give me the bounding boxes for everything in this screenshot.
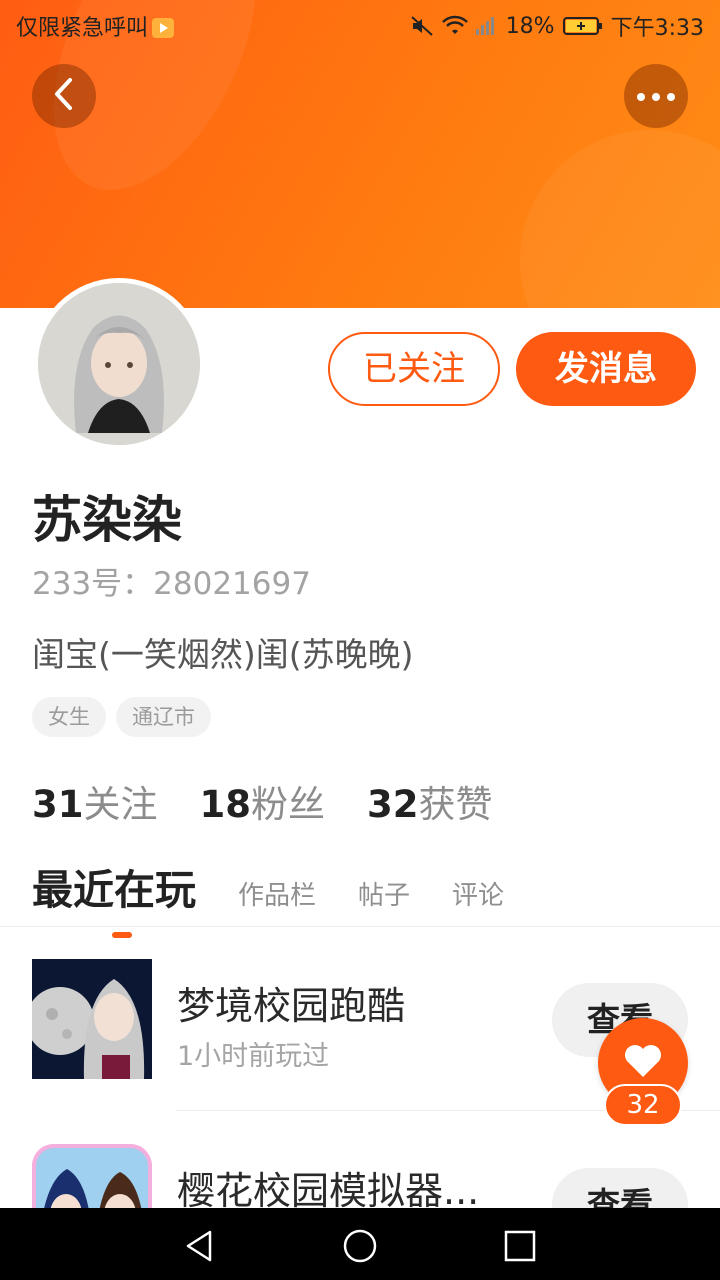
tab-recent-playing[interactable]: 最近在玩 (32, 856, 196, 938)
avatar-image (38, 283, 200, 445)
game-title: 梦境校园跑酷 (177, 984, 406, 1028)
stat-likes-label: 获赞 (418, 783, 493, 826)
stat-followers-count: 18 (199, 783, 252, 826)
status-right: 18% 下午3:33 (410, 10, 704, 42)
stat-followers-label: 粉丝 (251, 783, 325, 826)
profile-tags: 女生 通辽市 (32, 697, 211, 737)
profile-header-banner: 仅限紧急呼叫 18% 下午3:33 (0, 0, 720, 308)
stat-following-label: 关注 (83, 783, 158, 826)
chevron-left-icon (50, 77, 78, 115)
profile-tabs: 最近在玩 作品栏 帖子 评论 (32, 856, 546, 938)
profile-name: 苏染染 (32, 491, 182, 549)
stat-following[interactable]: 31关注 (32, 774, 158, 828)
system-navigation-bar (0, 1208, 720, 1280)
game-title: 樱花校园模拟器... (177, 1169, 480, 1213)
game-last-played: 1小时前玩过 (177, 1041, 330, 1072)
followed-button[interactable]: 已关注 (328, 332, 500, 406)
tab-posts[interactable]: 帖子 (358, 875, 410, 912)
send-message-button[interactable]: 发消息 (516, 332, 696, 406)
status-bar: 仅限紧急呼叫 18% 下午3:33 (0, 0, 720, 50)
status-time: 下午3:33 (610, 16, 704, 41)
tag-gender: 女生 (32, 697, 106, 737)
back-button[interactable] (32, 64, 96, 128)
wifi-icon (441, 15, 468, 37)
tab-comments[interactable]: 评论 (452, 875, 504, 912)
avatar[interactable] (33, 278, 205, 450)
stat-following-count: 31 (32, 783, 84, 826)
stat-likes-count: 32 (367, 783, 419, 826)
status-carrier: 仅限紧急呼叫 (16, 10, 175, 42)
game-thumbnail (32, 959, 152, 1079)
profile-stats: 31关注 18粉丝 32获赞 (32, 774, 493, 828)
stat-followers[interactable]: 18粉丝 (200, 774, 326, 828)
triangle-back-icon[interactable] (180, 1226, 220, 1266)
profile-uid: 233号：28021697 (32, 566, 311, 602)
battery-percent: 18% (505, 13, 555, 39)
square-recent-icon[interactable] (500, 1226, 540, 1266)
banner-decoration (520, 130, 720, 308)
circle-home-icon[interactable] (340, 1226, 380, 1266)
more-button[interactable] (624, 64, 688, 128)
profile-bio: 闺宝(一笑烟然)闺(苏晚晚) (32, 635, 414, 674)
tab-works[interactable]: 作品栏 (238, 875, 316, 912)
battery-icon (562, 15, 603, 37)
tag-location: 通辽市 (116, 697, 211, 737)
stat-likes[interactable]: 32获赞 (367, 774, 493, 828)
status-carrier-text: 仅限紧急呼叫 (16, 16, 149, 41)
more-dots-icon (636, 87, 676, 106)
play-badge-icon (152, 18, 175, 38)
heart-icon (623, 1043, 663, 1083)
signal-icon (474, 15, 498, 37)
mute-icon (410, 15, 434, 37)
like-count-badge: 32 (604, 1084, 682, 1126)
